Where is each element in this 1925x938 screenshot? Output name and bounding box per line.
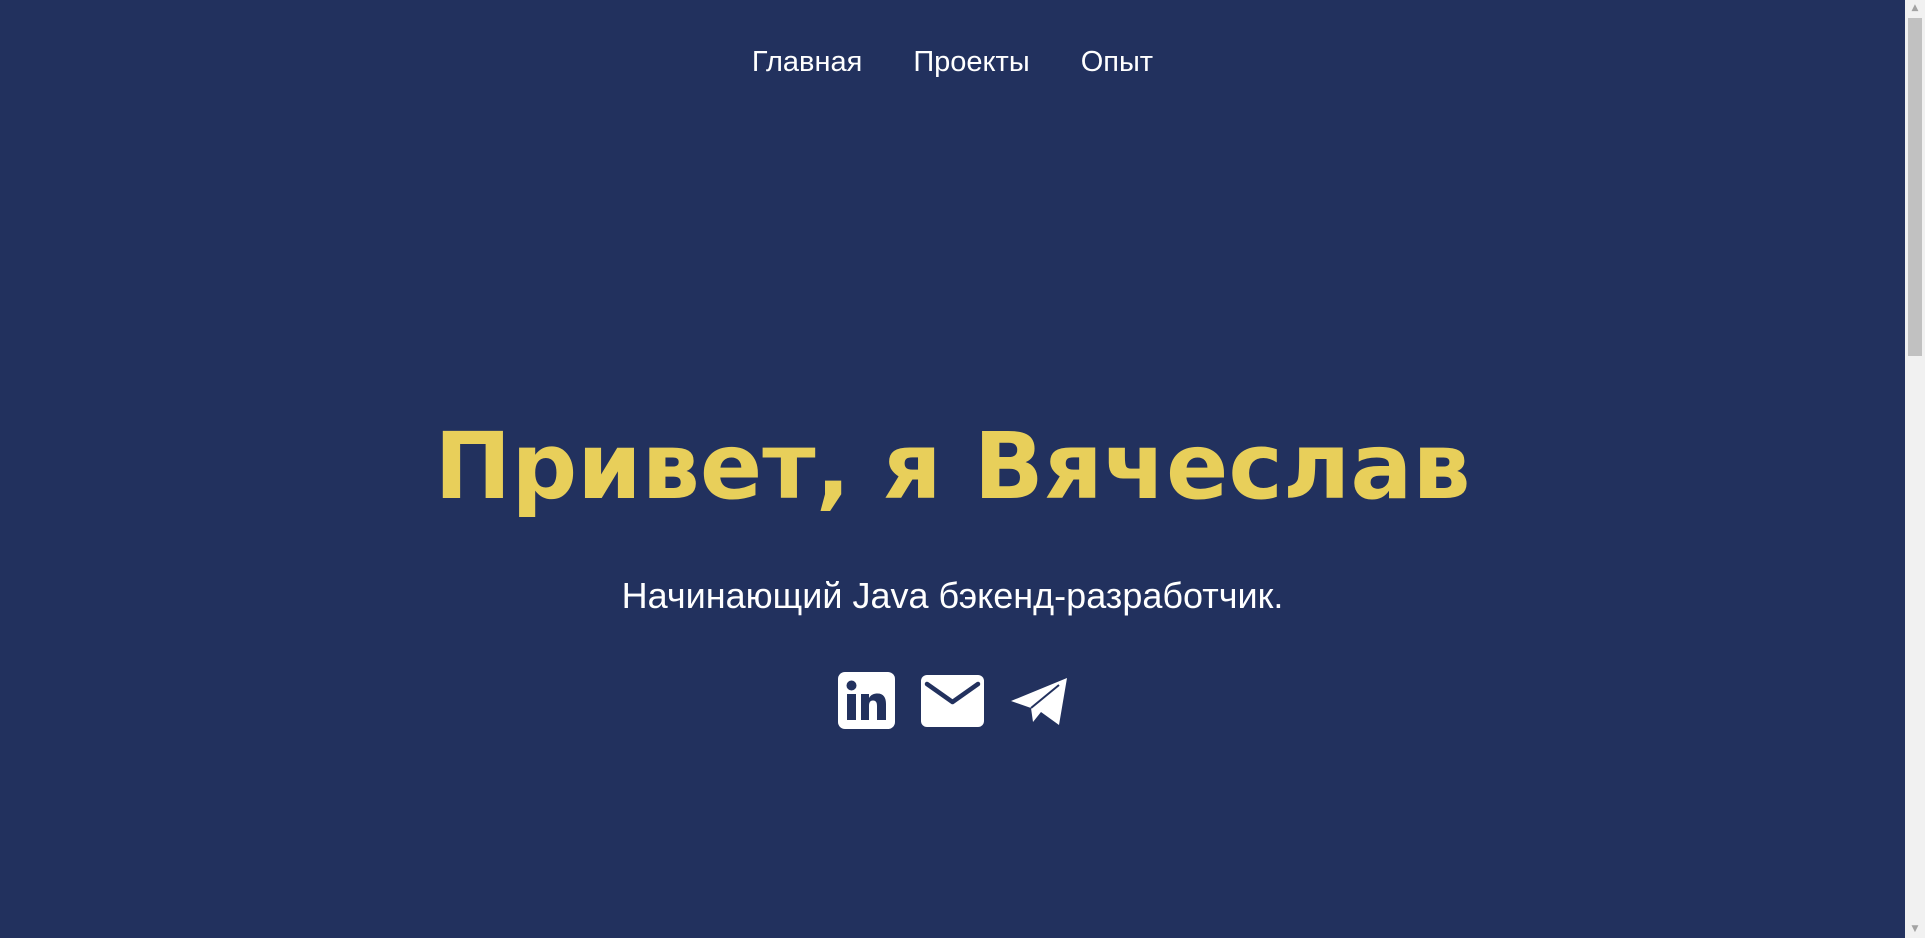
scrollbar-thumb[interactable] xyxy=(1908,18,1922,356)
vertical-scrollbar[interactable]: ▲ ▼ xyxy=(1905,0,1925,938)
linkedin-link[interactable] xyxy=(837,672,895,729)
hero-title: Привет, я Вячеслав xyxy=(434,413,1471,520)
hero-subtitle: Начинающий Java бэкенд-разработчик. xyxy=(621,575,1284,616)
top-navigation: Главная Проекты Опыт xyxy=(0,44,1905,80)
telegram-icon xyxy=(1010,677,1067,725)
nav-item-home[interactable]: Главная xyxy=(752,44,862,80)
nav-item-experience[interactable]: Опыт xyxy=(1081,44,1153,80)
email-link[interactable] xyxy=(920,674,984,727)
scroll-up-arrow-icon[interactable]: ▲ xyxy=(1905,0,1925,17)
telegram-link[interactable] xyxy=(1010,675,1068,727)
mail-icon xyxy=(920,674,984,727)
social-links xyxy=(0,672,1905,729)
nav-item-projects[interactable]: Проекты xyxy=(913,44,1029,80)
scroll-down-arrow-icon[interactable]: ▼ xyxy=(1905,921,1925,938)
linkedin-icon xyxy=(837,672,895,729)
main-content: Главная Проекты Опыт Привет, я Вячеслав … xyxy=(0,0,1905,938)
page: Главная Проекты Опыт Привет, я Вячеслав … xyxy=(0,0,1925,938)
